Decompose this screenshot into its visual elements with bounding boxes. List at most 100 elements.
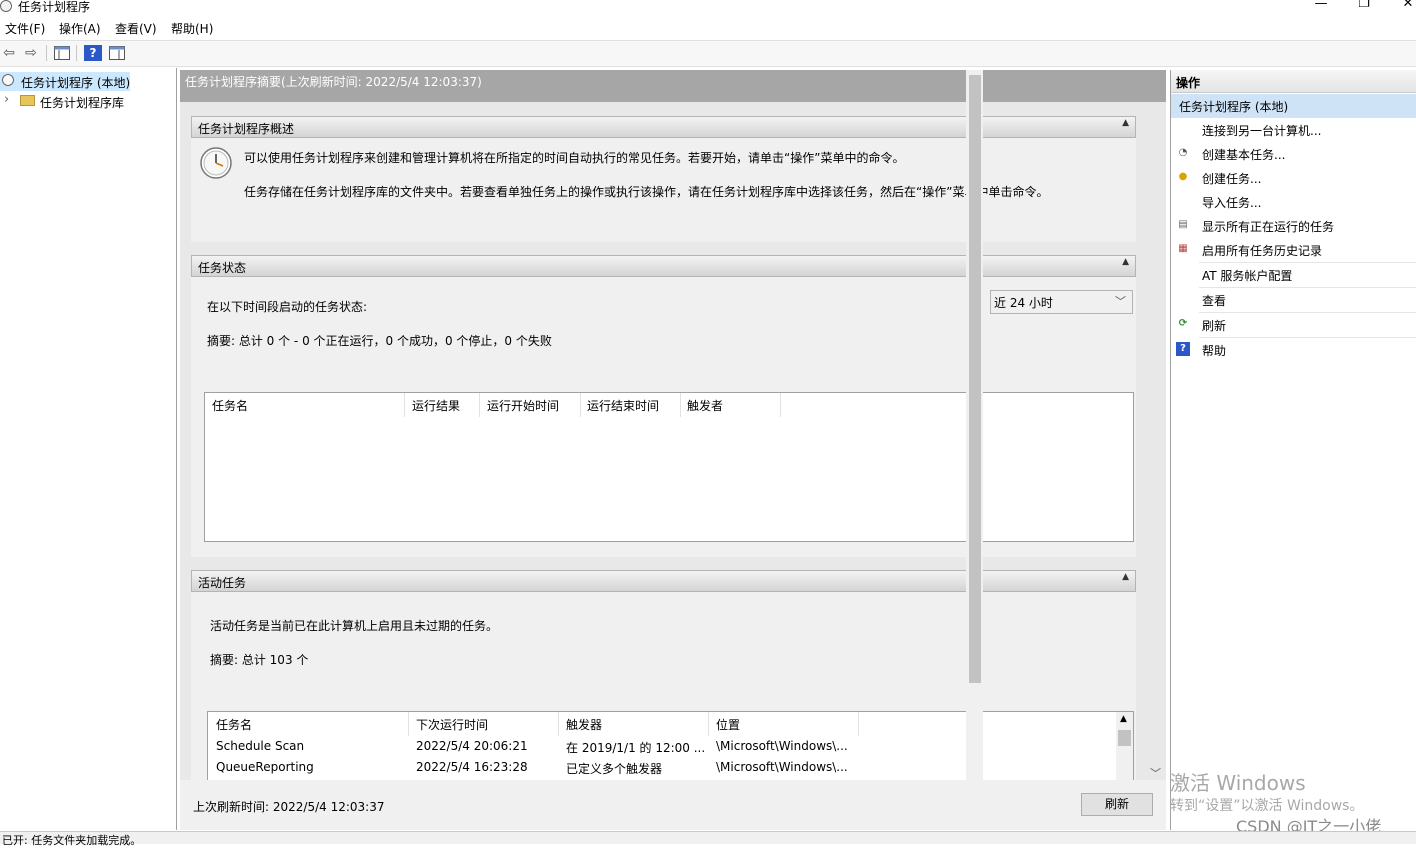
show-hide-action-pane-button[interactable] [108,45,126,61]
column-header[interactable]: 任务名 [216,716,252,733]
action-connect[interactable]: 连接到另一台计算机... [1171,118,1416,142]
menu-file[interactable]: 文件(F) [5,20,45,37]
period-label: 在以下时间段启动的任务状态: [207,300,368,314]
overview-text-2: 任务存储在任务计划程序库的文件夹中。若要查看单独任务上的操作或执行该操作，请在任… [244,185,1049,199]
column-header[interactable]: 运行结果 [412,397,460,414]
column-header[interactable]: 触发器 [566,716,602,733]
task-status-section-header[interactable]: 任务状态 ▲ [191,255,1136,277]
collapse-icon[interactable]: ▲ [1122,118,1129,128]
chevron-right-icon[interactable]: › [4,92,9,107]
forward-icon[interactable]: ⇨ [22,45,40,61]
action-create-basic-task[interactable]: ◔ 创建基本任务... [1171,142,1416,166]
action-enable-history[interactable]: ▦ 启用所有任务历史记录 [1171,238,1416,262]
active-tasks-table[interactable]: 任务名 下次运行时间 触发器 位置 Schedule Scan 2022/5/4… [207,711,1134,786]
clock-icon [200,147,232,179]
action-create-task[interactable]: ● 创建任务... [1171,166,1416,190]
overview-section-header[interactable]: 任务计划程序概述 ▲ [191,116,1136,138]
tree-item-library[interactable]: › 任务计划程序库 [0,92,170,111]
task-status-section: 在以下时间段启动的任务状态: 摘要: 总计 0 个 - 0 个正在运行，0 个成… [191,277,1136,557]
column-divider[interactable] [479,393,480,417]
column-header[interactable]: 运行开始时间 [487,397,559,414]
minimize-button[interactable]: — [1301,0,1341,11]
maximize-button[interactable]: ❐ [1344,0,1384,11]
action-label: 帮助 [1202,344,1227,358]
table-scrollbar[interactable]: ▲ [1116,712,1133,785]
overview-section: 可以使用任务计划程序来创建和管理计算机将在所指定的时间自动执行的常见任务。若要开… [191,138,1136,242]
action-label: 查看 [1202,294,1227,308]
column-divider[interactable] [580,393,581,417]
task-name-cell: QueueReporting [216,760,314,774]
create-task-icon: ● [1178,171,1188,182]
action-label: 创建基本任务... [1202,148,1286,162]
column-divider[interactable] [408,712,409,736]
overview-text-1: 可以使用任务计划程序来创建和管理计算机将在所指定的时间自动执行的常见任务。若要开… [244,151,905,165]
action-help[interactable]: ? 帮助 [1171,338,1416,362]
action-label: 导入任务... [1202,196,1262,210]
import-icon [1176,194,1190,208]
next-run-cell: 2022/5/4 16:23:28 [416,760,528,774]
menu-view[interactable]: 查看(V) [115,20,157,37]
active-tasks-section-header[interactable]: 活动任务 ▲ [191,570,1136,592]
console-tree: 任务计划程序 (本地) › 任务计划程序库 [0,68,177,830]
column-divider[interactable] [858,712,859,736]
help-icon: ? [1176,342,1190,356]
summary-header-text: 任务计划程序摘要(上次刷新时间: 2022/5/4 12:03:37) [185,75,482,89]
column-header[interactable]: 位置 [716,716,740,733]
scroll-up-icon[interactable]: ▲ [1120,714,1127,724]
toolbar-separator [76,45,77,61]
help-icon[interactable]: ? [84,45,102,61]
status-summary: 摘要: 总计 0 个 - 0 个正在运行，0 个成功，0 个停止，0 个失败 [207,334,552,348]
task-status-table[interactable]: 任务名 运行结果 运行开始时间 运行结束时间 触发者 [204,392,1134,542]
collapse-icon[interactable]: ▲ [1122,257,1129,267]
actions-header: 操作 [1171,70,1416,93]
action-show-running[interactable]: ▤ 显示所有正在运行的任务 [1171,214,1416,238]
refresh-bar: 上次刷新时间: 2022/5/4 12:03:37 刷新 [180,780,1166,830]
active-tasks-summary: 摘要: 总计 103 个 [210,653,309,667]
menu-action[interactable]: 操作(A) [59,20,101,37]
column-divider[interactable] [708,712,709,736]
actions-subheader[interactable]: 任务计划程序 (本地) [1171,94,1416,118]
clock-icon [2,74,14,86]
column-header[interactable]: 运行结束时间 [587,397,659,414]
last-refresh-text: 上次刷新时间: 2022/5/4 12:03:37 [193,800,385,814]
column-header[interactable]: 触发者 [687,397,723,414]
running-tasks-icon: ▤ [1178,219,1188,230]
tree-item-local[interactable]: 任务计划程序 (本地) [0,72,130,91]
refresh-button[interactable]: 刷新 [1081,793,1153,816]
close-button[interactable]: ✕ [1388,0,1416,11]
action-at-service-config[interactable]: AT 服务帐户配置 [1171,263,1416,287]
console-tree-icon [54,46,70,60]
column-divider[interactable] [680,393,681,417]
column-header[interactable]: 下次运行时间 [416,716,488,733]
column-header[interactable]: 任务名 [212,397,248,414]
folder-icon [20,95,35,106]
history-icon: ▦ [1178,243,1188,254]
action-pane-icon [109,46,125,60]
toolbar-separator [46,45,47,61]
period-select[interactable]: 近 24 小时 ﹀ [990,290,1133,314]
show-hide-console-tree-button[interactable] [53,45,71,61]
menu-help[interactable]: 帮助(H) [171,20,213,37]
refresh-icon: ⟳ [1178,318,1188,329]
scroll-down-icon[interactable]: ﹀ [1150,765,1161,781]
action-import-task[interactable]: 导入任务... [1171,190,1416,214]
activation-watermark-title: 激活 Windows [1170,771,1306,795]
action-label: 启用所有任务历史记录 [1202,244,1323,258]
section-title: 活动任务 [198,576,247,590]
tree-item-label: 任务计划程序库 [40,96,125,110]
action-refresh[interactable]: ⟳ 刷新 [1171,313,1416,337]
back-icon[interactable]: ⇦ [0,45,18,61]
clock-icon [0,0,12,12]
collapse-icon[interactable]: ▲ [1122,572,1129,582]
chevron-down-icon: ﹀ [1115,295,1126,308]
actions-title: 操作 [1176,76,1201,90]
action-view[interactable]: 查看 [1171,288,1416,312]
view-icon [1176,292,1190,306]
task-name-cell: Schedule Scan [216,739,305,753]
column-divider[interactable] [780,393,781,417]
scroll-thumb[interactable] [1118,730,1131,746]
column-divider[interactable] [404,393,405,417]
summary-scroll-thumb[interactable] [969,75,981,683]
tree-item-label: 任务计划程序 (本地) [21,76,131,90]
column-divider[interactable] [558,712,559,736]
